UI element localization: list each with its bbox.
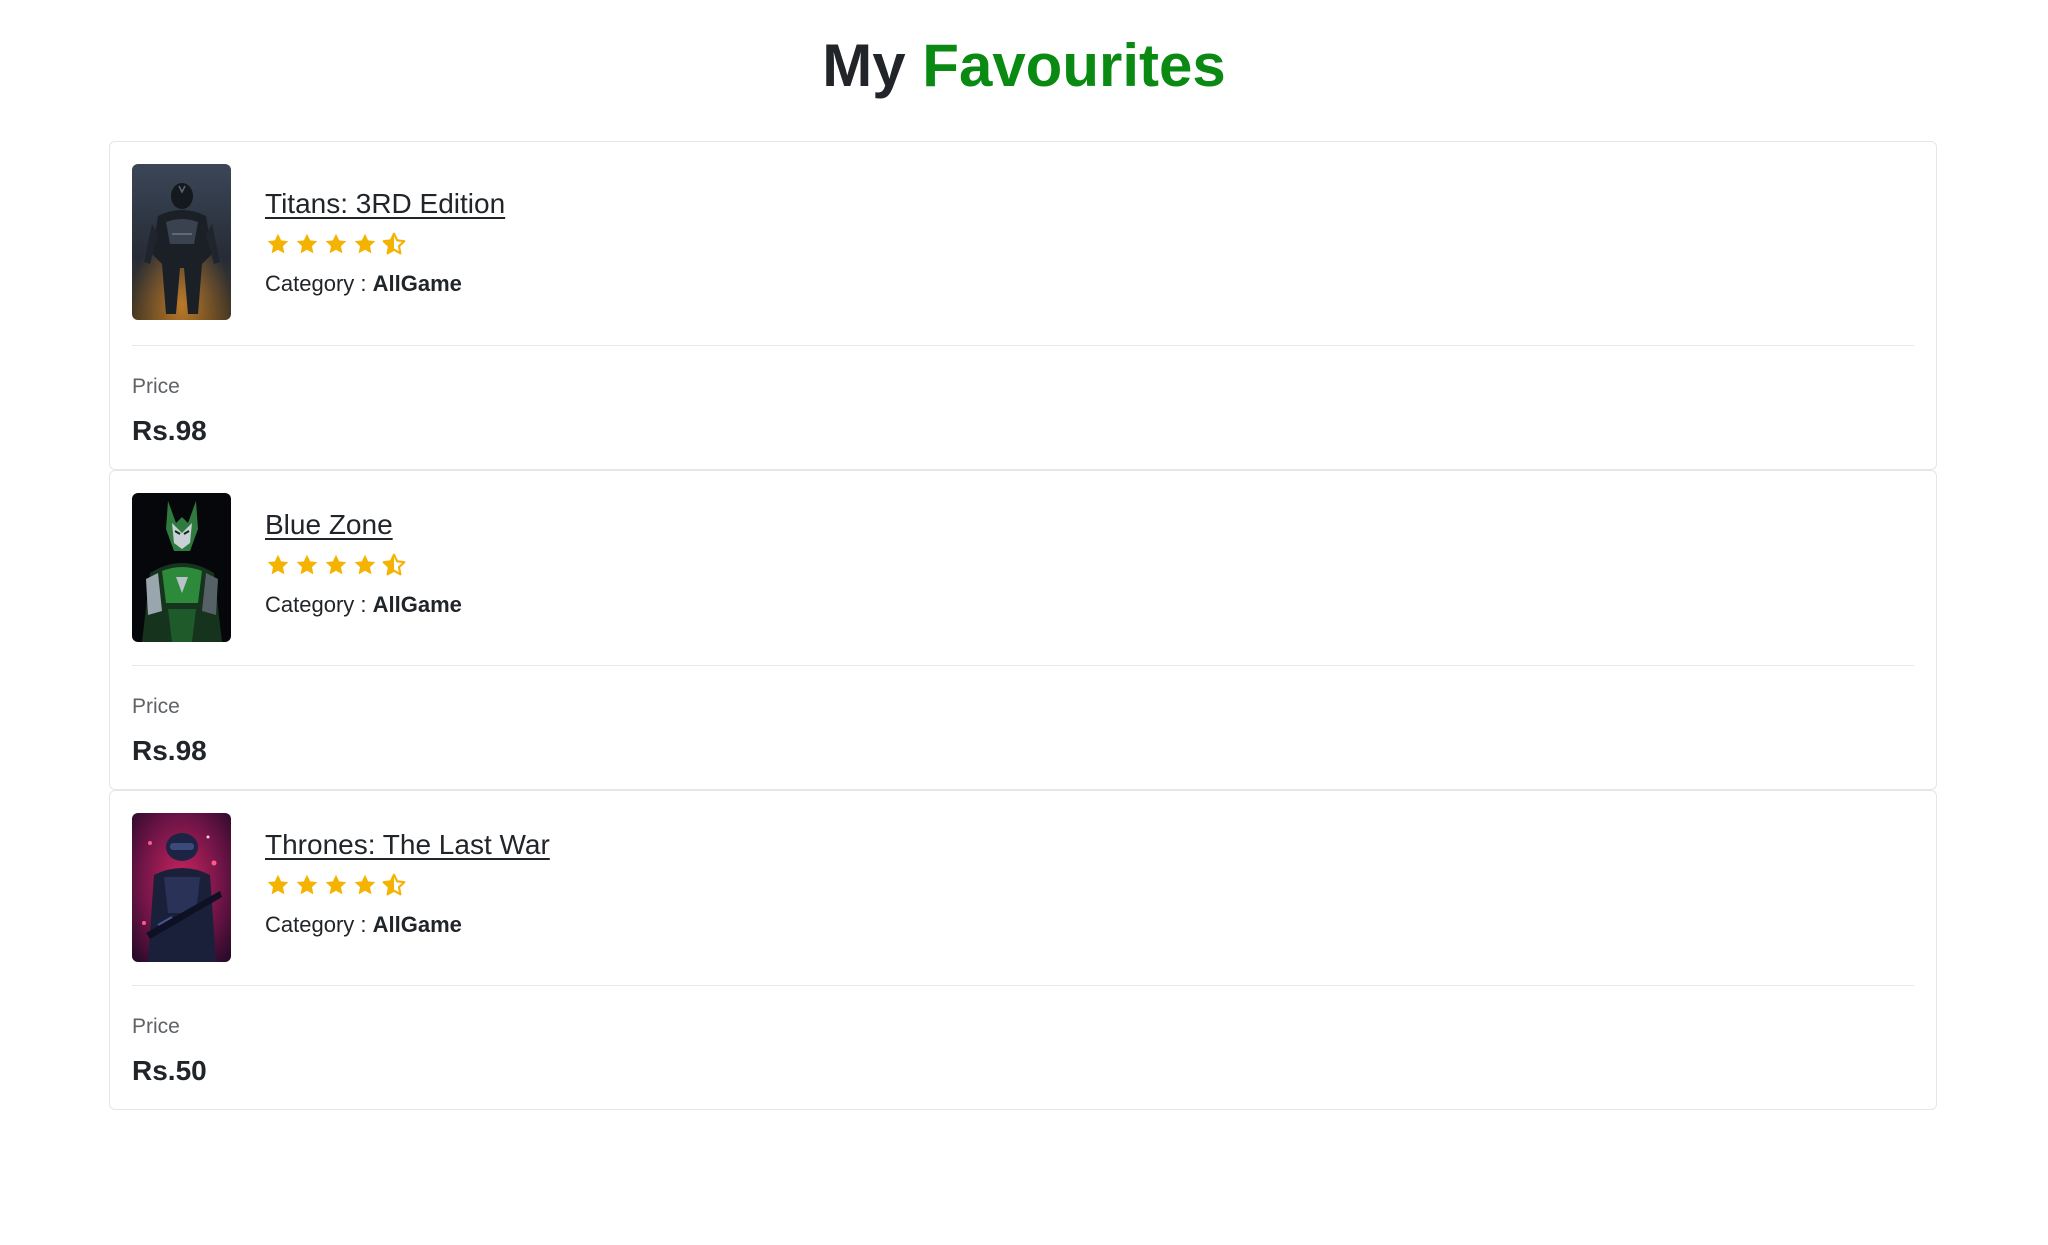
star-half-icon xyxy=(381,552,407,578)
game-title-link[interactable]: Blue Zone xyxy=(265,507,393,543)
game-thumbnail[interactable] xyxy=(132,164,231,320)
green-armored-robot-image xyxy=(132,493,231,642)
favourite-card: Thrones: The Last War Category : AllGame… xyxy=(109,790,1937,1110)
category-label: Category : xyxy=(265,592,367,617)
rating-stars xyxy=(265,552,462,580)
rating-stars xyxy=(265,231,505,259)
game-thumbnail[interactable] xyxy=(132,493,231,642)
star-full-icon xyxy=(294,552,320,578)
game-category: Category : AllGame xyxy=(265,910,550,940)
favourite-card: Titans: 3RD Edition Category : AllGame P… xyxy=(109,141,1937,470)
price-value: Rs.98 xyxy=(132,735,207,766)
neon-soldier-image xyxy=(132,813,231,962)
star-full-icon xyxy=(323,552,349,578)
star-full-icon xyxy=(352,231,378,257)
card-divider xyxy=(132,985,1914,986)
price-label: Price xyxy=(132,1015,180,1038)
page-title-accent: Favourites xyxy=(922,32,1226,99)
rating-stars xyxy=(265,872,550,900)
page-title-part1: My xyxy=(822,32,906,99)
price-value: Rs.98 xyxy=(132,415,207,446)
game-info: Titans: 3RD Edition Category : AllGame xyxy=(265,186,505,299)
category-value: AllGame xyxy=(372,592,462,617)
game-title-link[interactable]: Thrones: The Last War xyxy=(265,827,550,863)
star-half-icon xyxy=(381,872,407,898)
game-category: Category : AllGame xyxy=(265,590,462,620)
category-value: AllGame xyxy=(372,271,462,296)
category-label: Category : xyxy=(265,271,367,296)
price-value: Rs.50 xyxy=(132,1055,207,1086)
game-info: Thrones: The Last War Category : AllGame xyxy=(265,827,550,940)
star-full-icon xyxy=(352,552,378,578)
price-label: Price xyxy=(132,695,180,718)
star-full-icon xyxy=(294,231,320,257)
star-full-icon xyxy=(265,872,291,898)
star-full-icon xyxy=(265,231,291,257)
star-full-icon xyxy=(294,872,320,898)
star-full-icon xyxy=(323,231,349,257)
star-full-icon xyxy=(352,872,378,898)
game-info: Blue Zone Category : AllGame xyxy=(265,507,462,620)
game-title-link[interactable]: Titans: 3RD Edition xyxy=(265,186,505,222)
card-divider xyxy=(132,665,1914,666)
price-label: Price xyxy=(132,375,180,398)
page-title: My Favourites xyxy=(0,30,2048,102)
star-full-icon xyxy=(323,872,349,898)
favourite-card: Blue Zone Category : AllGame Price Rs.98 xyxy=(109,470,1937,790)
card-divider xyxy=(132,345,1914,346)
dark-armored-hero-image xyxy=(132,164,231,320)
category-label: Category : xyxy=(265,912,367,937)
star-full-icon xyxy=(265,552,291,578)
star-half-icon xyxy=(381,231,407,257)
game-thumbnail[interactable] xyxy=(132,813,231,962)
category-value: AllGame xyxy=(372,912,462,937)
game-category: Category : AllGame xyxy=(265,269,505,299)
